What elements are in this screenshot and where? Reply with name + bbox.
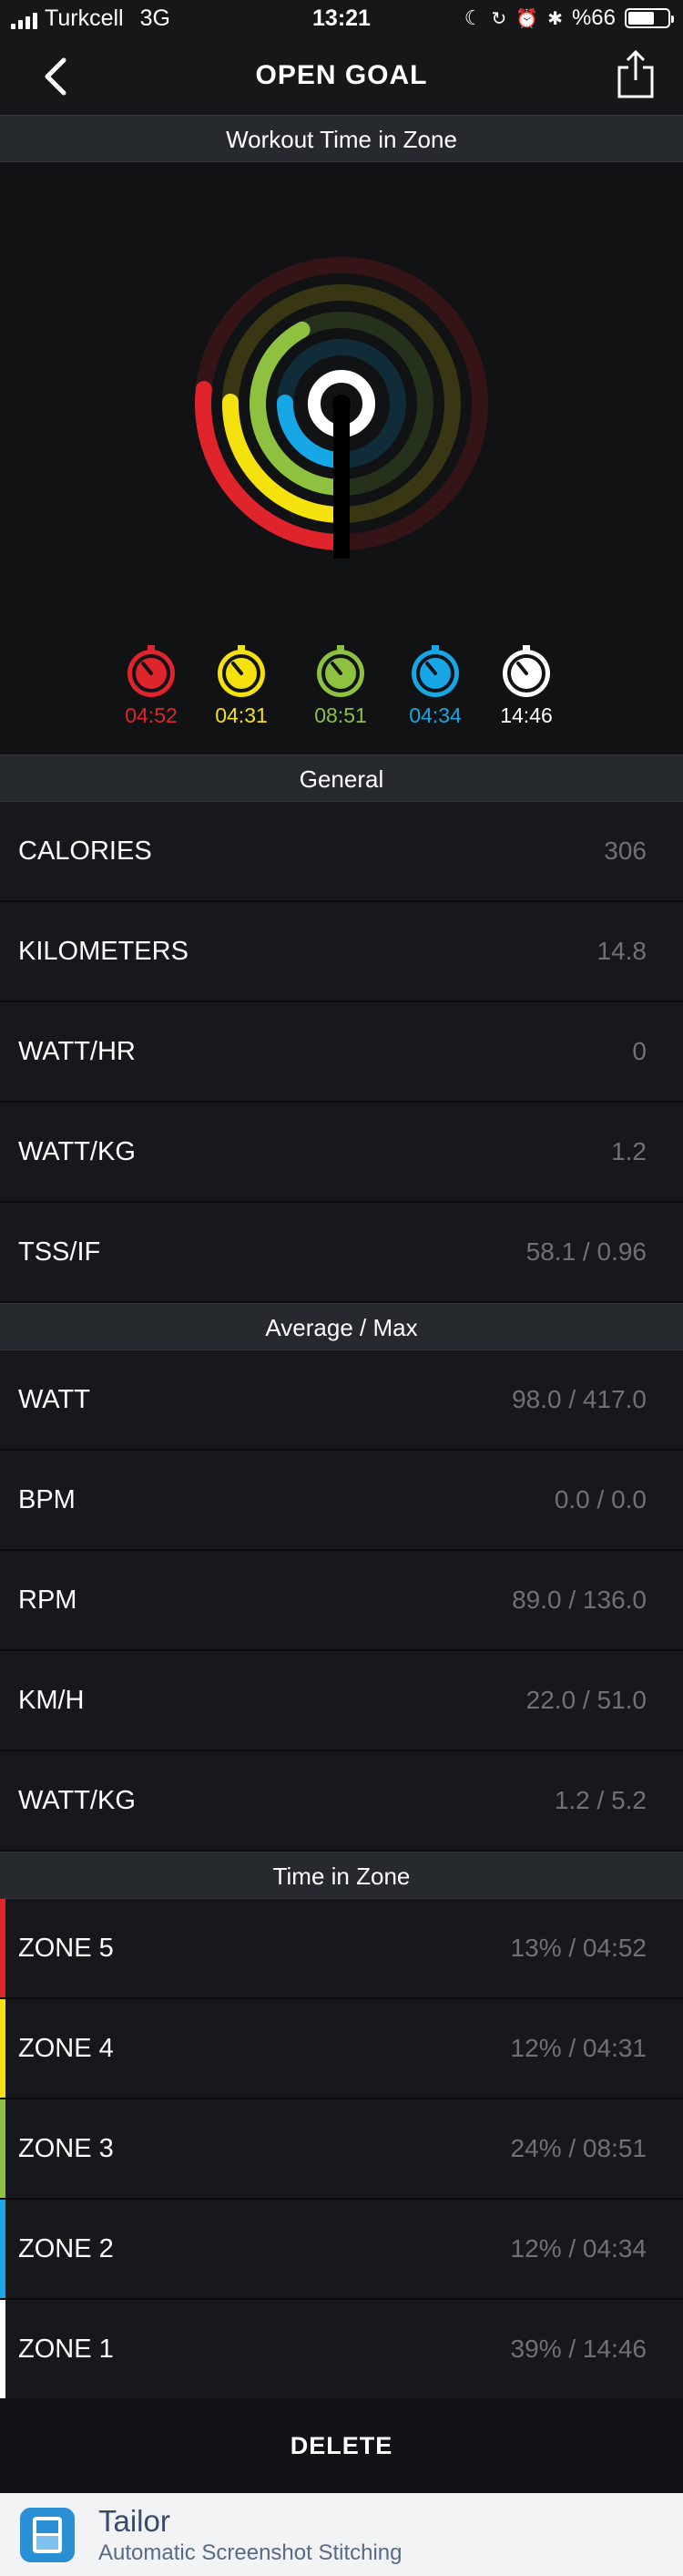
tailor-banner[interactable]: Tailor Automatic Screenshot Stitching: [0, 2493, 683, 2576]
status-bar: Turkcell 3G 13:21 ☾ ↻ ⏰ ✱ %66: [0, 0, 683, 38]
zone-color-bar: [0, 2099, 5, 2198]
nav-bar: OPEN GOAL: [0, 38, 683, 115]
zone-timer: 04:31: [200, 645, 282, 728]
average-max-label: WATT: [18, 1385, 90, 1414]
zone-color-bar: [0, 1999, 5, 2098]
zone-label: ZONE 1: [18, 2335, 114, 2364]
zone-value: 13% / 04:52: [510, 1934, 647, 1962]
general-label: TSS/IF: [18, 1237, 101, 1267]
moon-icon: ☾: [464, 6, 483, 29]
average-max-label: KM/H: [18, 1686, 85, 1715]
status-right: ☾ ↻ ⏰ ✱ %66: [464, 5, 674, 31]
average-max-label: WATT/KG: [18, 1786, 136, 1815]
average-max-label: RPM: [18, 1586, 77, 1615]
zone-rings-chart: [195, 257, 488, 559]
general-row: WATT/HR 0: [0, 1002, 683, 1103]
average-max-value: 89.0 / 136.0: [512, 1586, 647, 1614]
share-icon[interactable]: [616, 49, 656, 100]
zone-timer-label: 04:31: [215, 703, 268, 727]
stopwatch-icon: [412, 645, 459, 697]
zone-row: ZONE 2 12% / 04:34: [0, 2200, 683, 2300]
general-value: 306: [604, 836, 647, 865]
general-label: WATT/KG: [18, 1137, 136, 1166]
average-max-label: BPM: [18, 1485, 76, 1514]
stopwatch-icon: [218, 645, 265, 697]
zone-timer: 04:34: [394, 645, 476, 728]
stopwatch-icon: [317, 645, 364, 697]
zone-timer-label: 04:52: [125, 703, 178, 727]
zone-label: ZONE 4: [18, 2034, 114, 2063]
general-header: General: [0, 754, 683, 802]
stopwatch-icon: [503, 645, 550, 697]
tailor-title: Tailor: [98, 2504, 170, 2538]
zone-timer: 14:46: [485, 645, 567, 728]
average-max-value: 22.0 / 51.0: [525, 1686, 647, 1714]
rotation-lock-icon: ↻: [491, 8, 507, 29]
average-max-value: 98.0 / 417.0: [512, 1385, 647, 1413]
zone-ring-hub: [332, 395, 351, 413]
general-row: TSS/IF 58.1 / 0.96: [0, 1203, 683, 1303]
page-title: OPEN GOAL: [255, 60, 428, 90]
alarm-icon: ⏰: [515, 8, 539, 29]
general-row: KILOMETERS 14.8: [0, 902, 683, 1002]
workout-time-header: Workout Time in Zone: [0, 115, 683, 162]
zone-color-bar: [0, 2300, 5, 2398]
zone-timer-label: 08:51: [314, 703, 367, 727]
zone-value: 24% / 08:51: [510, 2134, 647, 2162]
zone-row: ZONE 5 13% / 04:52: [0, 1899, 683, 1999]
average-max-row: BPM 0.0 / 0.0: [0, 1451, 683, 1551]
average-max-row: KM/H 22.0 / 51.0: [0, 1651, 683, 1751]
average-max-value: 1.2 / 5.2: [554, 1786, 647, 1814]
zone-row: ZONE 4 12% / 04:31: [0, 1999, 683, 2099]
general-label: WATT/HR: [18, 1037, 136, 1066]
bluetooth-icon: ✱: [547, 8, 563, 29]
general-row: WATT/KG 1.2: [0, 1103, 683, 1203]
general-value: 0: [632, 1037, 647, 1065]
zone-row: ZONE 1 39% / 14:46: [0, 2300, 683, 2400]
zone-chart: 04:52 04:31 08:51 04:34 14:46: [0, 162, 683, 754]
zone-timer-label: 14:46: [500, 703, 553, 727]
zone-label: ZONE 2: [18, 2234, 114, 2263]
tailor-subtitle: Automatic Screenshot Stitching: [98, 2540, 403, 2565]
general-label: CALORIES: [18, 836, 152, 866]
average-max-header: Average / Max: [0, 1303, 683, 1350]
general-row: CALORIES 306: [0, 802, 683, 902]
stopwatch-icon: [127, 645, 175, 697]
tailor-app-icon: [20, 2508, 75, 2562]
general-value: 1.2: [611, 1137, 647, 1165]
zone-timer-row: 04:52 04:31 08:51 04:34 14:46: [0, 645, 683, 736]
zone-value: 39% / 14:46: [510, 2335, 647, 2363]
average-max-value: 0.0 / 0.0: [554, 1485, 647, 1514]
zone-ring-divider: [333, 404, 350, 559]
zone-color-bar: [0, 2200, 5, 2298]
zone-label: ZONE 5: [18, 1934, 114, 1963]
zone-value: 12% / 04:34: [510, 2234, 647, 2263]
general-value: 14.8: [596, 937, 647, 965]
zone-timer-label: 04:34: [409, 703, 462, 727]
zone-timer: 04:52: [110, 645, 192, 728]
average-max-row: WATT 98.0 / 417.0: [0, 1350, 683, 1451]
zone-label: ZONE 3: [18, 2134, 114, 2163]
delete-button[interactable]: DELETE: [0, 2398, 683, 2493]
battery-percent: %66: [571, 5, 616, 30]
zone-value: 12% / 04:31: [510, 2034, 647, 2062]
zone-color-bar: [0, 1899, 5, 1997]
general-value: 58.1 / 0.96: [525, 1237, 647, 1266]
average-max-row: WATT/KG 1.2 / 5.2: [0, 1751, 683, 1852]
battery-icon: [625, 8, 674, 28]
average-max-row: RPM 89.0 / 136.0: [0, 1551, 683, 1651]
zone-row: ZONE 3 24% / 08:51: [0, 2099, 683, 2200]
time-in-zone-header: Time in Zone: [0, 1852, 683, 1899]
general-label: KILOMETERS: [18, 937, 189, 966]
zone-timer: 08:51: [300, 645, 382, 728]
